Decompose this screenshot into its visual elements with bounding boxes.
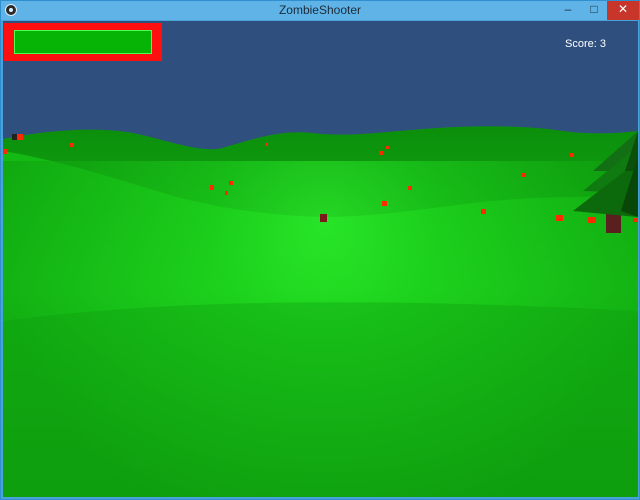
zombie[interactable] <box>3 149 7 154</box>
zombie[interactable] <box>210 185 214 190</box>
zombie[interactable] <box>382 201 387 206</box>
zombie[interactable] <box>386 146 389 149</box>
zombie[interactable] <box>481 209 486 214</box>
zombie[interactable] <box>633 218 638 222</box>
zombie[interactable] <box>225 191 228 195</box>
zombie[interactable] <box>379 151 383 155</box>
health-bar <box>4 23 162 61</box>
zombie[interactable] <box>522 173 526 177</box>
minimize-button[interactable]: – <box>555 1 581 20</box>
zombie[interactable] <box>265 143 268 146</box>
zombie[interactable] <box>408 186 412 190</box>
game-scene <box>3 21 638 497</box>
zombie[interactable] <box>588 217 596 223</box>
window-title: ZombieShooter <box>278 3 362 17</box>
game-viewport[interactable]: Score: 3 <box>3 21 638 497</box>
player-marker <box>12 134 17 140</box>
near-shadow <box>3 302 638 497</box>
health-bar-fill <box>14 30 152 54</box>
zombie[interactable] <box>556 215 563 221</box>
zombie-near[interactable] <box>320 214 327 222</box>
zombie[interactable] <box>17 134 23 140</box>
zombie[interactable] <box>229 181 233 185</box>
close-button[interactable]: ✕ <box>607 1 639 20</box>
title-bar[interactable]: ZombieShooter – □ ✕ <box>1 1 639 20</box>
zombie[interactable] <box>70 143 74 147</box>
maximize-button[interactable]: □ <box>581 1 607 20</box>
score-label: Score: 3 <box>565 38 606 50</box>
game-window: ZombieShooter – □ ✕ Score: 3 <box>0 0 640 500</box>
zombie[interactable] <box>570 153 574 157</box>
